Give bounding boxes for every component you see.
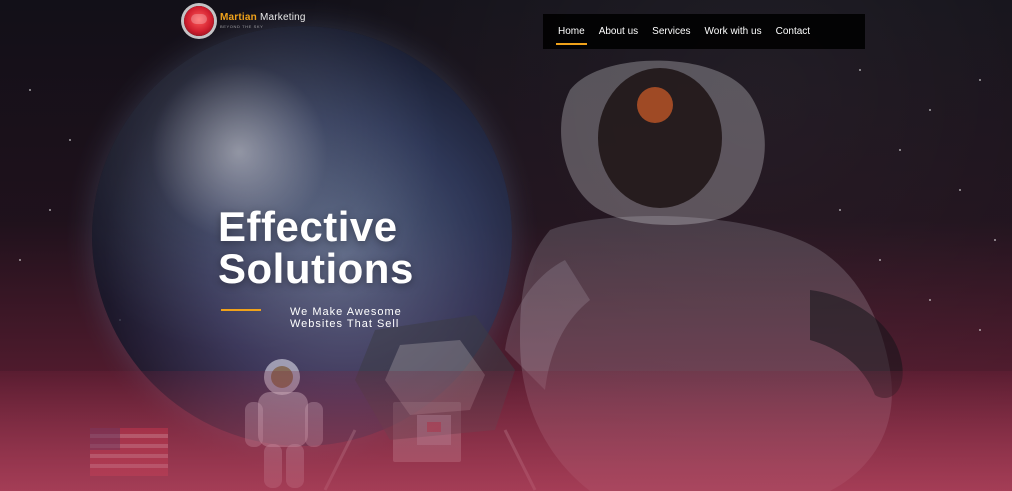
hero-background [0, 0, 1012, 491]
brand-name: Martian Marketing [220, 13, 306, 23]
headline-accent-line [221, 309, 261, 311]
hero-subheadline-line-2: Websites That Sell [290, 318, 400, 330]
hero-subheadline-line-1: We Make Awesome [290, 306, 402, 318]
brand-name-part-2: Marketing [256, 12, 306, 23]
nav-item-about-us[interactable]: About us [599, 26, 638, 37]
hero-headline-line-1: Effective [218, 203, 398, 250]
hero-headline-line-2: Solutions [218, 245, 414, 292]
nav-item-work-with-us[interactable]: Work with us [705, 26, 762, 37]
hero-subheadline: We Make Awesome Websites That Sell [290, 306, 470, 330]
brand-text: Martian Marketing BEYOND THE SKY [220, 13, 306, 29]
nav-item-services[interactable]: Services [652, 26, 690, 37]
brand-tagline: BEYOND THE SKY [220, 24, 264, 29]
top-navigation: Home About us Services Work with us Cont… [543, 14, 865, 49]
nav-item-contact[interactable]: Contact [776, 26, 810, 37]
site-logo[interactable]: Martian Marketing BEYOND THE SKY [184, 4, 306, 38]
brand-name-part-1: Martian [220, 12, 257, 23]
moon-surface [0, 371, 1012, 491]
nav-item-home[interactable]: Home [556, 26, 587, 45]
hero-headline: Effective Solutions [218, 206, 478, 290]
helmet-logo-icon [184, 6, 214, 36]
